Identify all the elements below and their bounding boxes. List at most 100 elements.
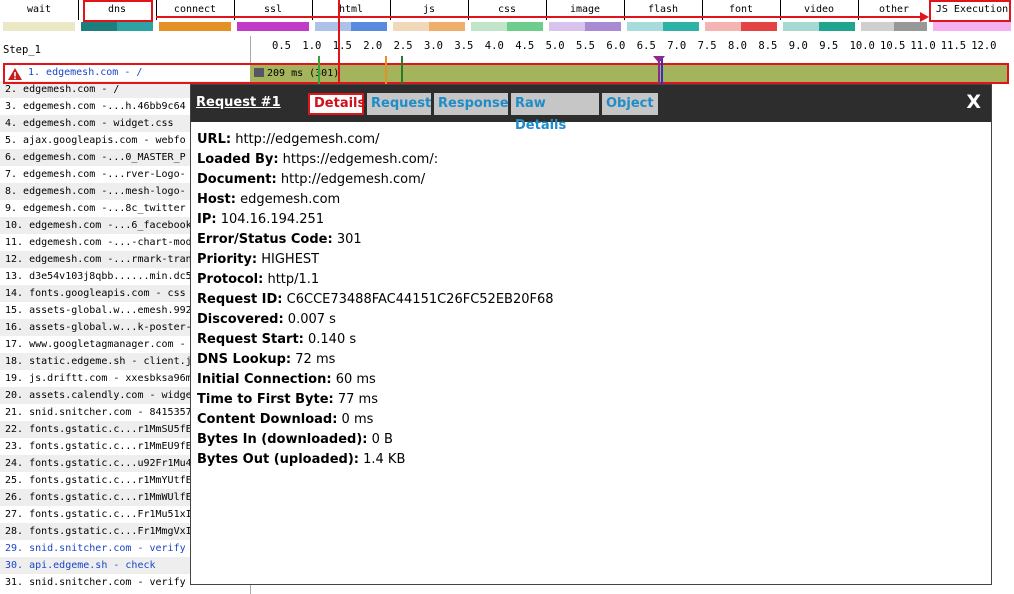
detail-value: http://edgemesh.com/ xyxy=(280,172,426,187)
legend-swatch xyxy=(3,22,75,31)
legend-swatch xyxy=(237,22,309,31)
close-icon[interactable]: X xyxy=(966,91,981,113)
detail-key: Time to First Byte: xyxy=(197,392,334,407)
tab-response[interactable]: Response xyxy=(434,93,509,115)
legend-swatch xyxy=(783,22,855,31)
detail-key: Protocol: xyxy=(197,272,264,287)
step-label: Step_1 xyxy=(3,44,41,56)
timeline-marker xyxy=(385,56,387,86)
warning-icon xyxy=(8,68,22,80)
time-tick: 10.5 xyxy=(880,40,906,52)
detail-value: https://edgemesh.com/: xyxy=(282,152,439,167)
legend-divider xyxy=(234,0,235,20)
detail-key: Error/Status Code: xyxy=(197,232,333,247)
detail-row: Request Start: 0.140 s xyxy=(197,330,554,350)
time-tick: 5.0 xyxy=(545,40,565,52)
legend-label: js xyxy=(422,4,436,15)
legend-label: css xyxy=(497,4,517,15)
legend-connect: connect xyxy=(156,0,234,34)
legend-swatch-segment xyxy=(237,22,309,31)
dialog-title: Request #1 xyxy=(196,95,281,110)
detail-row: Error/Status Code: 301 xyxy=(197,230,554,250)
time-tick: 8.0 xyxy=(728,40,747,52)
legend-swatch-segment xyxy=(627,22,663,31)
legend-divider xyxy=(624,0,625,20)
time-tick: 6.0 xyxy=(606,40,626,52)
legend-divider xyxy=(468,0,469,20)
legend-label: font xyxy=(728,4,754,15)
detail-value: 77 ms xyxy=(337,392,378,407)
legend-label: html xyxy=(338,4,364,15)
detail-row: Loaded By: https://edgemesh.com/: xyxy=(197,150,554,170)
highlight-js-execution xyxy=(929,0,1011,22)
legend-font: font xyxy=(702,0,780,34)
legend-swatch-segment xyxy=(933,22,1011,31)
legend-divider xyxy=(546,0,547,20)
time-tick: 4.0 xyxy=(484,40,504,52)
legend-swatch xyxy=(471,22,543,31)
timeline-marker xyxy=(318,56,320,86)
legend-css: css xyxy=(468,0,546,34)
legend-swatch-segment xyxy=(705,22,741,31)
legend-swatch-segment xyxy=(861,22,894,31)
time-tick: 8.5 xyxy=(758,40,778,52)
detail-key: URL: xyxy=(197,132,232,147)
detail-key: Bytes In (downloaded): xyxy=(197,432,368,447)
detail-key: Bytes Out (uploaded): xyxy=(197,452,359,467)
legend-flash: flash xyxy=(624,0,702,34)
time-tick: 0.5 xyxy=(272,40,291,52)
time-tick: 2.5 xyxy=(393,40,413,52)
legend-swatch xyxy=(315,22,387,31)
detail-row: Discovered: 0.007 s xyxy=(197,310,554,330)
time-tick: 4.5 xyxy=(515,40,535,52)
timeline-marker-triangle xyxy=(653,56,665,63)
detail-value: 104.16.194.251 xyxy=(220,212,325,227)
legend-swatch xyxy=(933,22,1011,31)
legend-swatch-segment xyxy=(741,22,777,31)
time-tick: 11.5 xyxy=(940,40,967,52)
legend-swatch-segment xyxy=(549,22,585,31)
detail-key: Request Start: xyxy=(197,332,304,347)
legend-divider xyxy=(156,0,157,20)
time-tick: 10.0 xyxy=(849,40,875,52)
legend-divider xyxy=(390,0,391,20)
time-tick: 11.0 xyxy=(910,40,936,52)
detail-key: Request ID: xyxy=(197,292,283,307)
time-tick: 3.5 xyxy=(454,40,474,52)
detail-key: IP: xyxy=(197,212,217,227)
detail-row: DNS Lookup: 72 ms xyxy=(197,350,554,370)
legend-label: image xyxy=(569,4,601,15)
highlight-row-1 xyxy=(3,63,1009,84)
legend-swatch-segment xyxy=(507,22,543,31)
detail-value: 0 B xyxy=(371,432,393,447)
tab-request[interactable]: Request xyxy=(367,93,431,115)
tab-raw-details[interactable]: Raw Details xyxy=(511,93,599,133)
time-tick: 1.0 xyxy=(302,40,322,52)
dialog-header: Request #1 Details Request Response Raw Det… xyxy=(191,85,991,133)
request-details-dialog: Request #1 Details Request Response Raw Det… xyxy=(190,84,992,585)
legend-swatch-segment xyxy=(471,22,507,31)
legend-swatch xyxy=(159,22,231,31)
legend-label: wait xyxy=(26,4,52,15)
legend-swatch xyxy=(705,22,777,31)
legend-ssl: ssl xyxy=(234,0,312,34)
detail-key: Loaded By: xyxy=(197,152,279,167)
legend-swatch xyxy=(627,22,699,31)
details-panel: URL: http://edgemesh.com/Loaded By: http… xyxy=(197,130,554,470)
tab-object[interactable]: Object xyxy=(602,93,658,115)
legend-swatch-segment xyxy=(393,22,429,31)
time-tick: 1.5 xyxy=(332,40,352,52)
time-tick: 6.5 xyxy=(636,40,656,52)
legend-html: html xyxy=(312,0,390,34)
legend-label: other xyxy=(878,4,910,15)
legend-label: video xyxy=(803,4,835,15)
legend-label: connect xyxy=(173,4,217,15)
detail-value: 301 xyxy=(336,232,362,247)
detail-value: 60 ms xyxy=(335,372,376,387)
legend-bar: wait dns connect ssl html js css image flash font… xyxy=(0,0,1014,34)
tab-details[interactable]: Details xyxy=(308,93,365,115)
detail-key: DNS Lookup: xyxy=(197,352,292,367)
highlight-dns xyxy=(83,0,153,22)
detail-key: Initial Connection: xyxy=(197,372,332,387)
legend-label: ssl xyxy=(263,4,283,15)
